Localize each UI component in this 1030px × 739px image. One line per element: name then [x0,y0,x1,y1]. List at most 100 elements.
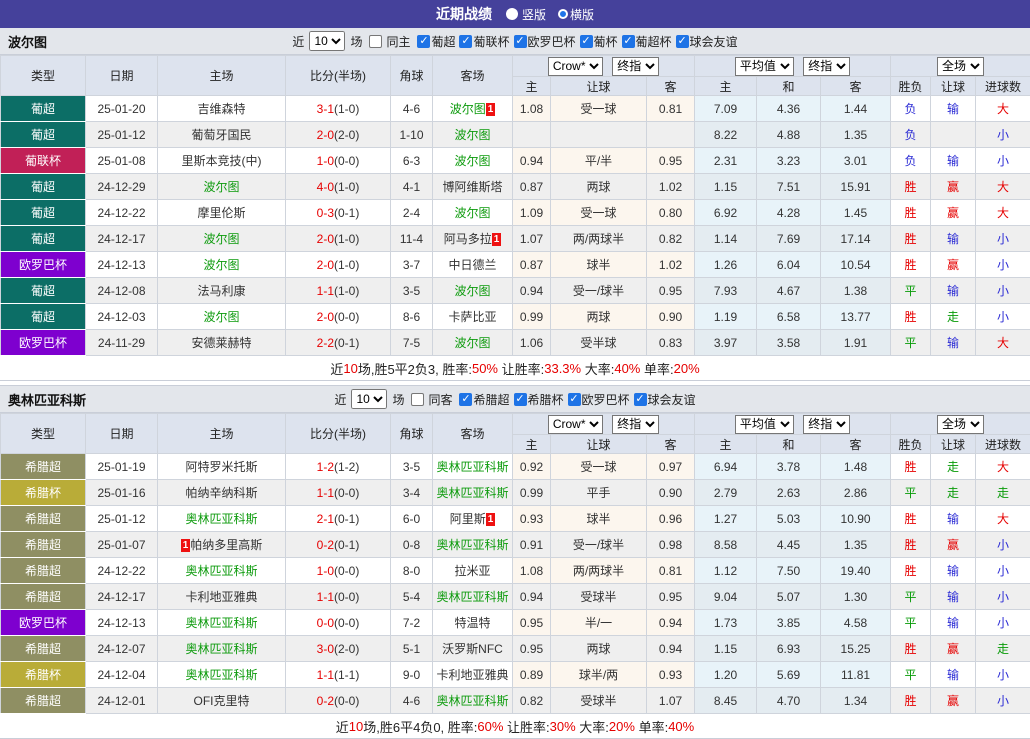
checkbox-checked-icon[interactable]: ✓ [568,393,581,406]
final-odds-select-2[interactable]: 终指 [803,57,850,76]
avg-home-cell: 1.19 [695,304,757,330]
layout-radio-horizontal[interactable]: 横版 [560,6,594,23]
checkbox-checked-icon[interactable]: ✓ [580,35,593,48]
odds-away-cell [647,122,695,148]
checkbox-unchecked-icon[interactable] [411,393,424,406]
corner-cell: 6-3 [391,148,433,174]
corner-cell: 8-0 [391,558,433,584]
checkbox-unchecked-icon[interactable] [369,35,382,48]
games-label: 场 [392,391,404,408]
league-filter-球会友谊[interactable]: ✓球会友谊 [634,391,696,408]
fulltime-score: 0-2 [317,694,334,708]
layout-radio-vertical[interactable]: 竖版 [506,6,546,23]
average-odds-select[interactable]: 平均值 [735,57,794,76]
col-header-result-handicap: 让球 [931,435,976,454]
radio-unselected-icon[interactable] [506,8,518,20]
league-filter-葡联杯[interactable]: ✓葡联杯 [459,33,509,50]
avg-away-cell: 1.38 [821,278,891,304]
final-odds-select[interactable]: 终指 [612,415,659,434]
odds-home-cell: 0.94 [513,584,551,610]
near-label: 近 [292,33,304,50]
team-name: 波尔图 [450,102,486,116]
corner-cell: 3-5 [391,454,433,480]
league-filter-欧罗巴杯[interactable]: ✓欧罗巴杯 [514,33,576,50]
halftime-score: (0-0) [334,310,359,324]
home-team-cell: 安德莱赫特 [158,330,286,356]
halftime-score: (1-0) [334,102,359,116]
league-filter-希腊杯[interactable]: ✓希腊杯 [514,391,564,408]
handicap-cell: 两球 [551,636,647,662]
handicap-cell: 球半/两 [551,662,647,688]
avg-draw-cell: 4.67 [757,278,821,304]
summary-segment: 20% [674,361,700,376]
handicap-cell: 两/两球半 [551,226,647,252]
home-team-cell: 帕纳辛纳科斯 [158,480,286,506]
col-header-home: 主场 [158,56,286,96]
final-odds-select-2[interactable]: 终指 [803,415,850,434]
league-type-cell: 希腊超 [1,454,86,480]
handicap-cell: 球半 [551,506,647,532]
radio-selected-icon[interactable] [560,11,566,17]
avg-away-cell: 2.86 [821,480,891,506]
league-filter-葡超[interactable]: ✓葡超 [417,33,455,50]
col-header-avg-away: 客 [821,435,891,454]
checkbox-checked-icon[interactable]: ✓ [634,393,647,406]
goals-result-cell: 走 [976,480,1030,506]
home-team-cell: 奥林匹亚科斯 [158,610,286,636]
match-date: 25-01-12 [86,506,158,532]
avg-home-cell: 7.93 [695,278,757,304]
scope-select[interactable]: 全场 [937,415,984,434]
scope-select[interactable]: 全场 [937,57,984,76]
league-filter-葡超杯[interactable]: ✓葡超杯 [622,33,672,50]
score-cell: 1-1(1-1) [286,662,391,688]
handicap-result-cell [931,122,976,148]
match-count-select[interactable]: 10 [351,389,387,409]
odds-source-select[interactable]: Crow* [548,57,603,76]
goals-result-cell: 小 [976,532,1030,558]
fulltime-score: 3-0 [317,642,334,656]
final-odds-select[interactable]: 终指 [612,57,659,76]
handicap-result-cell: 输 [931,506,976,532]
checkbox-checked-icon[interactable]: ✓ [622,35,635,48]
avg-away-cell: 1.48 [821,454,891,480]
same-venue-filter[interactable]: 同客 [411,391,452,408]
same-venue-filter[interactable]: 同主 [369,33,410,50]
avg-away-cell: 17.14 [821,226,891,252]
average-odds-select[interactable]: 平均值 [735,415,794,434]
match-count-select[interactable]: 10 [309,31,345,51]
league-filter-欧罗巴杯[interactable]: ✓欧罗巴杯 [568,391,630,408]
same-venue-label: 同主 [386,33,410,50]
handicap-result-cell: 输 [931,148,976,174]
checkbox-checked-icon[interactable]: ✓ [459,393,472,406]
league-filter-葡杯[interactable]: ✓葡杯 [580,33,618,50]
handicap-cell: 受一球 [551,96,647,122]
fulltime-score: 3-1 [317,102,334,116]
goals-result-cell: 小 [976,558,1030,584]
checkbox-checked-icon[interactable]: ✓ [417,35,430,48]
score-cell: 2-2(0-1) [286,330,391,356]
col-header-avg-draw: 和 [757,435,821,454]
odds-home-cell: 0.91 [513,532,551,558]
checkbox-checked-icon[interactable]: ✓ [676,35,689,48]
handicap-cell: 受球半 [551,688,647,714]
match-row: 葡超24-12-29波尔图4-0(1-0)4-1博阿维斯塔0.87两球1.021… [1,174,1030,200]
odds-source-header: Crow* 终指 [513,414,695,435]
league-filter-球会友谊[interactable]: ✓球会友谊 [676,33,738,50]
league-filter-希腊超[interactable]: ✓希腊超 [459,391,509,408]
team-name: 阿马多拉 [444,232,492,246]
checkbox-checked-icon[interactable]: ✓ [514,35,527,48]
result-cell: 平 [891,278,931,304]
halftime-score: (0-0) [334,616,359,630]
avg-away-cell: 1.35 [821,122,891,148]
checkbox-checked-icon[interactable]: ✓ [459,35,472,48]
odds-source-select[interactable]: Crow* [548,415,603,434]
goals-result-cell: 大 [976,454,1030,480]
match-row: 希腊超24-12-01OFI克里特0-2(0-0)4-6奥林匹亚科斯0.82受球… [1,688,1030,714]
result-cell: 胜 [891,532,931,558]
checkbox-checked-icon[interactable]: ✓ [514,393,527,406]
result-cell: 胜 [891,226,931,252]
away-team-cell: 波尔图1 [433,96,513,122]
result-cell: 平 [891,330,931,356]
league-type-cell: 希腊超 [1,636,86,662]
odds-away-cell: 0.95 [647,584,695,610]
